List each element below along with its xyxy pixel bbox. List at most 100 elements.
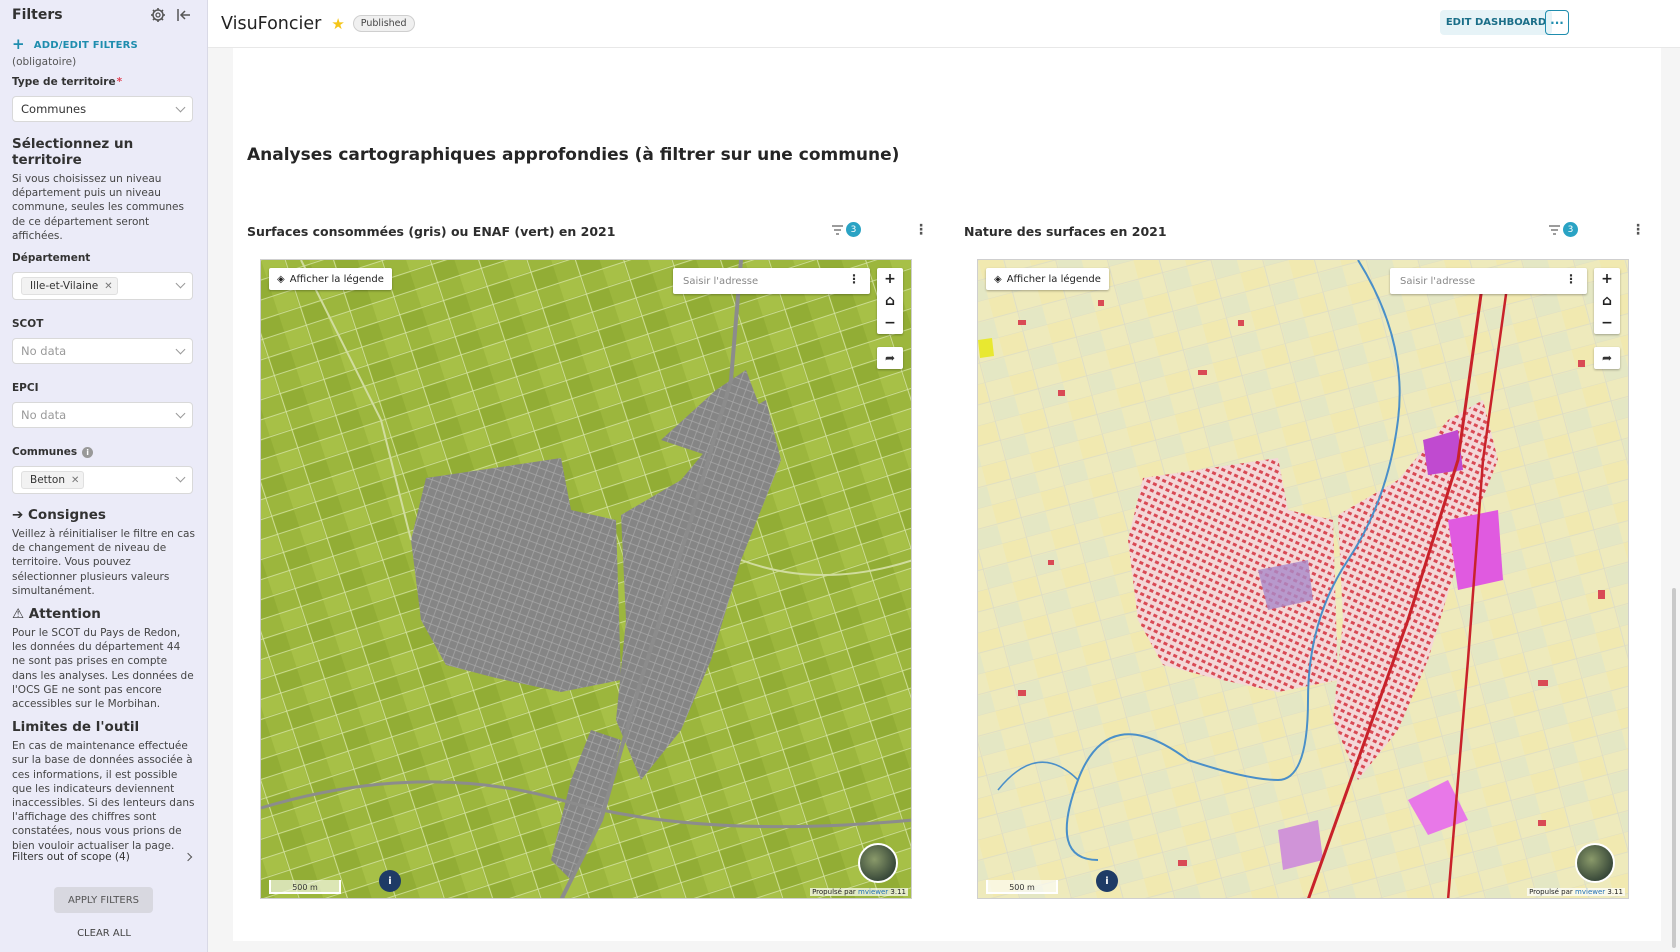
chevron-down-icon — [175, 278, 186, 289]
map-surface-nature[interactable]: ◈ Afficher la légende Saisir l'adresse ⋮… — [977, 259, 1629, 899]
scot-label: SCOT — [12, 318, 44, 331]
zoom-out-button[interactable]: − — [877, 312, 903, 334]
filter-icon — [1549, 224, 1560, 235]
chevron-down-icon — [175, 408, 186, 419]
more-options-button[interactable]: ··· — [1545, 10, 1569, 35]
map-canvas[interactable] — [978, 260, 1629, 899]
address-search-input[interactable]: Saisir l'adresse ⋮ — [673, 268, 870, 294]
show-legend-label: Afficher la légende — [1006, 273, 1101, 285]
map-consumed-surfaces[interactable]: ◈ Afficher la légende Saisir l'adresse ⋮… — [260, 259, 912, 899]
share-icon[interactable]: ➦ — [877, 347, 903, 369]
filter-count-badge: 3 — [1563, 222, 1578, 237]
map-canvas[interactable] — [261, 260, 912, 899]
chevron-down-icon — [175, 472, 186, 483]
select-territory-heading: Sélectionnez un territoire — [12, 136, 134, 168]
consignes-text: Veillez à réinitialiser le filtre en cas… — [12, 528, 195, 597]
chevron-down-icon — [175, 102, 186, 113]
scale-bar: 500 m — [986, 880, 1058, 894]
powered-by: Propulsé par mviewer 3.11 — [1527, 888, 1625, 896]
type-territoire-label-text: Type de territoire — [12, 76, 116, 88]
edit-dashboard-button[interactable]: EDIT DASHBOARD — [1440, 10, 1552, 35]
communes-label: Communes i — [12, 446, 195, 458]
info-button[interactable]: i — [1096, 870, 1118, 892]
basemap-switch-button[interactable] — [1575, 843, 1615, 883]
add-edit-filters-label: ADD/EDIT FILTERS — [33, 39, 138, 51]
dashboard-content: Analyses cartographiques approfondies (à… — [208, 48, 1680, 952]
attention-text: Pour le SCOT du Pays de Redon, les donné… — [12, 627, 194, 711]
departement-select[interactable]: Ille-et-Vilaine ✕ — [12, 272, 193, 301]
chart-filter-indicator[interactable]: 3 — [832, 222, 861, 237]
zoom-in-button[interactable]: + — [1594, 268, 1620, 290]
epci-select[interactable]: No data — [12, 402, 193, 429]
chart-menu-button[interactable]: ⋮ — [1631, 222, 1645, 238]
communes-select[interactable]: Betton ✕ — [12, 466, 193, 495]
filter-count-badge: 3 — [846, 222, 861, 237]
communes-tag[interactable]: Betton ✕ — [21, 471, 85, 490]
scot-select[interactable]: No data — [12, 338, 193, 365]
status-badge[interactable]: Published — [352, 15, 415, 32]
zoom-controls: + ⌂ − — [877, 268, 903, 334]
consignes-heading: ➔ Consignes — [12, 507, 106, 524]
show-legend-button[interactable]: ◈ Afficher la légende — [986, 268, 1109, 290]
chart-title-nature: Nature des surfaces en 2021 — [964, 224, 1167, 239]
dashboard-header: VisuFoncier ★ Published EDIT DASHBOARD ·… — [208, 0, 1680, 48]
powered-prefix: Propulsé par — [812, 888, 856, 896]
departement-label: Département — [12, 252, 91, 265]
powered-version: 3.11 — [1607, 888, 1623, 896]
gear-icon[interactable] — [147, 4, 169, 26]
powered-version: 3.11 — [890, 888, 906, 896]
address-search-placeholder: Saisir l'adresse — [1400, 275, 1476, 287]
home-icon[interactable]: ⌂ — [877, 290, 903, 312]
clear-all-button[interactable]: CLEAR ALL — [0, 928, 207, 939]
chart-menu-button[interactable]: ⋮ — [914, 222, 928, 238]
zoom-controls: + ⌂ − — [1594, 268, 1620, 334]
departement-tag[interactable]: Ille-et-Vilaine ✕ — [21, 277, 118, 296]
star-icon[interactable]: ★ — [331, 15, 344, 33]
mviewer-link[interactable]: mviewer — [1575, 888, 1605, 896]
epci-placeholder: No data — [21, 408, 67, 423]
chart-filter-indicator[interactable]: 3 — [1549, 222, 1578, 237]
info-icon[interactable]: i — [82, 446, 94, 458]
address-search-input[interactable]: Saisir l'adresse ⋮ — [1390, 268, 1587, 294]
apply-filters-button[interactable]: APPLY FILTERS — [54, 887, 153, 913]
sidebar-title: Filters — [12, 7, 63, 23]
chart-title-consumed: Surfaces consommées (gris) ou ENAF (vert… — [247, 224, 616, 239]
required-mark: * — [116, 76, 123, 88]
zoom-in-button[interactable]: + — [877, 268, 903, 290]
share-icon[interactable]: ➦ — [1594, 347, 1620, 369]
basemap-switch-button[interactable] — [858, 843, 898, 883]
type-territoire-select[interactable]: Communes — [12, 96, 193, 122]
obligatoire-note: (obligatoire) — [12, 56, 77, 68]
filters-sidebar: Filters + ADD/EDIT FILTERS (obligatoire)… — [0, 0, 208, 952]
zoom-out-button[interactable]: − — [1594, 312, 1620, 334]
mviewer-link[interactable]: mviewer — [858, 888, 888, 896]
powered-prefix: Propulsé par — [1529, 888, 1573, 896]
search-menu-icon[interactable]: ⋮ — [1565, 272, 1577, 286]
close-icon[interactable]: ✕ — [104, 281, 112, 292]
limites-heading: Limites de l'outil — [12, 719, 140, 736]
info-button[interactable]: i — [379, 870, 401, 892]
sidebar-filters-list: (obligatoire) Type de territoire * Commun… — [0, 56, 207, 853]
section-title: Analyses cartographiques approfondies (à… — [247, 145, 900, 165]
communes-label-text: Communes — [12, 446, 78, 459]
attention-heading: ⚠ Attention — [12, 606, 101, 623]
scot-placeholder: No data — [21, 344, 67, 359]
departement-tag-label: Ille-et-Vilaine — [30, 280, 99, 293]
chevron-right-icon — [183, 852, 193, 862]
close-icon[interactable]: ✕ — [71, 475, 79, 486]
search-menu-icon[interactable]: ⋮ — [848, 272, 860, 286]
sidebar-header: Filters — [0, 0, 207, 30]
collapse-sidebar-icon[interactable] — [173, 4, 195, 26]
dashboard-panel: Analyses cartographiques approfondies (à… — [233, 48, 1661, 941]
chevron-down-icon — [175, 344, 186, 355]
filters-out-of-scope[interactable]: Filters out of scope (4) — [12, 851, 193, 863]
plus-icon: + — [12, 35, 25, 53]
address-search-placeholder: Saisir l'adresse — [683, 275, 759, 287]
show-legend-button[interactable]: ◈ Afficher la légende — [269, 268, 392, 290]
home-icon[interactable]: ⌂ — [1594, 290, 1620, 312]
filter-icon — [832, 224, 843, 235]
epci-label: EPCI — [12, 382, 39, 395]
layers-icon: ◈ — [277, 273, 285, 285]
vertical-scrollbar[interactable] — [1672, 588, 1676, 948]
scale-bar: 500 m — [269, 880, 341, 894]
